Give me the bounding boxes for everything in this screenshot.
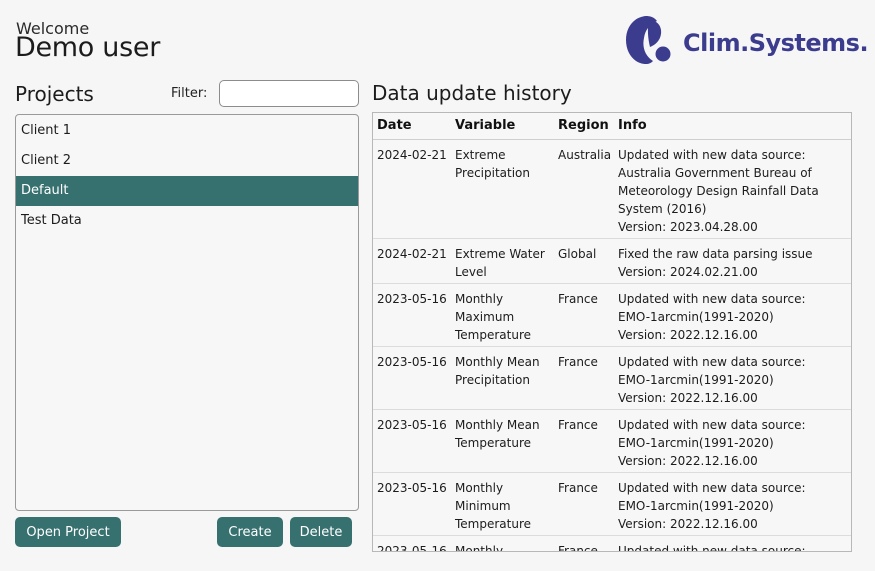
column-header-region: Region <box>558 118 609 133</box>
climsystems-logo: Clim.Systems. <box>624 14 869 66</box>
region-cell: France <box>554 409 614 473</box>
info-line: EMO-1arcmin(1991-2020) <box>618 310 774 324</box>
variable-cell: Monthly Mean Precipitation <box>451 346 554 410</box>
table-row: 2023-05-16 Monthly France Updated with new … <box>373 535 851 552</box>
logo-text: Clim.Systems. <box>683 29 869 57</box>
table-row: 2023-05-16 Monthly Minimum Temperature Fra… <box>373 472 851 536</box>
info-line: Updated with new data source: <box>618 544 806 552</box>
history-table: Date Variable Region Info 2024-02-21 Extr… <box>373 113 851 552</box>
info-line: Version: 2022.12.16.00 <box>618 517 758 531</box>
region-cell: France <box>554 346 614 410</box>
table-row: 2023-05-16 Monthly Mean Temperature France… <box>373 409 851 473</box>
projects-title: Projects <box>15 82 94 106</box>
table-row: 2024-02-21 Extreme Precipitation Australia… <box>373 139 851 239</box>
variable-cell: Monthly Mean Temperature <box>451 409 554 473</box>
region-cell: France <box>554 535 614 551</box>
info-line: Version: 2022.12.16.00 <box>618 328 758 342</box>
date-cell: 2023-05-16 <box>373 346 451 410</box>
info-line: EMO-1arcmin(1991-2020) <box>618 499 774 513</box>
info-line: Updated with new data source: <box>618 148 806 162</box>
variable-cell: Monthly Maximum Temperature <box>451 283 554 347</box>
info-line: Version: 2022.12.16.00 <box>618 454 758 468</box>
project-item[interactable]: Test Data <box>16 206 358 236</box>
column-header-date: Date <box>377 118 412 133</box>
date-cell: 2023-05-16 <box>373 283 451 347</box>
info-line: Version: 2023.04.28.00 <box>618 220 758 234</box>
filter-label: Filter: <box>171 86 208 101</box>
region-cell: France <box>554 283 614 347</box>
info-cell: Updated with new data source: EMO-1arcmin… <box>614 409 851 473</box>
history-title: Data update history <box>372 81 572 105</box>
create-button[interactable]: Create <box>217 517 283 547</box>
column-header-info: Info <box>618 118 647 133</box>
info-line: Version: 2022.12.16.00 <box>618 391 758 405</box>
info-line: EMO-1arcmin(1991-2020) <box>618 373 774 387</box>
info-line: Updated with new data source: <box>618 355 806 369</box>
region-cell: Australia <box>554 139 614 239</box>
table-row: 2023-05-16 Monthly Mean Precipitation Fran… <box>373 346 851 410</box>
project-item[interactable]: Client 2 <box>16 146 358 176</box>
date-cell: 2023-05-16 <box>373 409 451 473</box>
region-cell: Global <box>554 238 614 284</box>
info-cell: Updated with new data source: EMO-1arcmin… <box>614 472 851 536</box>
info-line: Updated with new data source: <box>618 481 806 495</box>
table-row: 2023-05-16 Monthly Maximum Temperature Fra… <box>373 283 851 347</box>
project-item[interactable]: Default <box>16 176 358 206</box>
info-line: Australia Government Bureau of Meteorolo… <box>618 166 819 216</box>
region-cell: France <box>554 472 614 536</box>
variable-cell: Monthly Minimum Temperature <box>451 472 554 536</box>
date-cell: 2024-02-21 <box>373 238 451 284</box>
date-cell: 2023-05-16 <box>373 535 451 551</box>
column-header-variable: Variable <box>455 118 516 133</box>
project-item[interactable]: Client 1 <box>16 116 358 146</box>
info-cell: Fixed the raw data parsing issue Version:… <box>614 238 851 284</box>
variable-cell: Extreme Precipitation <box>451 139 554 239</box>
date-cell: 2024-02-21 <box>373 139 451 239</box>
variable-cell: Monthly <box>451 535 554 551</box>
info-line: EMO-1arcmin(1991-2020) <box>618 436 774 450</box>
info-cell: Updated with new data source: EMO-1arcmin… <box>614 346 851 410</box>
filter-input[interactable] <box>219 80 359 107</box>
info-cell: Updated with new data source: Australia G… <box>614 139 851 239</box>
info-cell: Updated with new data source: <box>614 535 851 552</box>
info-cell: Updated with new data source: EMO-1arcmin… <box>614 283 851 347</box>
variable-cell: Extreme Water Level <box>451 238 554 284</box>
info-line: Version: 2024.02.21.00 <box>618 265 758 279</box>
project-list: Client 1 Client 2 Default Test Data <box>15 114 359 511</box>
date-cell: 2023-05-16 <box>373 472 451 536</box>
user-name: Demo user <box>15 32 160 63</box>
open-project-button[interactable]: Open Project <box>15 517 121 547</box>
table-row: 2024-02-21 Extreme Water Level Global Fixed… <box>373 238 851 284</box>
info-line: Updated with new data source: <box>618 292 806 306</box>
info-line: Updated with new data source: <box>618 418 806 432</box>
history-table-container[interactable]: Date Variable Region Info 2024-02-21 Extr… <box>372 112 852 552</box>
table-header-row: Date Variable Region Info <box>373 113 851 140</box>
info-line: Fixed the raw data parsing issue <box>618 247 813 261</box>
delete-button[interactable]: Delete <box>290 517 352 547</box>
logo-mark-icon <box>626 16 671 64</box>
